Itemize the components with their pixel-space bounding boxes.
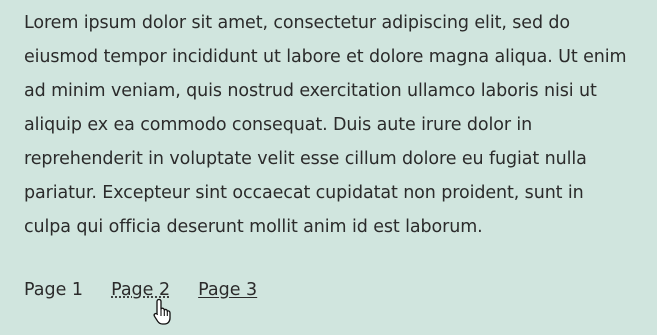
pagination: Page 1 Page 2 Page 3 <box>24 275 285 305</box>
article-content: Lorem ipsum dolor sit amet, consectetur … <box>24 6 636 244</box>
pagination-page-1: Page 1 <box>24 280 84 300</box>
lorem-paragraph: Lorem ipsum dolor sit amet, consectetur … <box>24 13 627 237</box>
pagination-page-2-link[interactable]: Page 2 <box>111 275 170 305</box>
pagination-page-3-link[interactable]: Page 3 <box>198 275 257 305</box>
